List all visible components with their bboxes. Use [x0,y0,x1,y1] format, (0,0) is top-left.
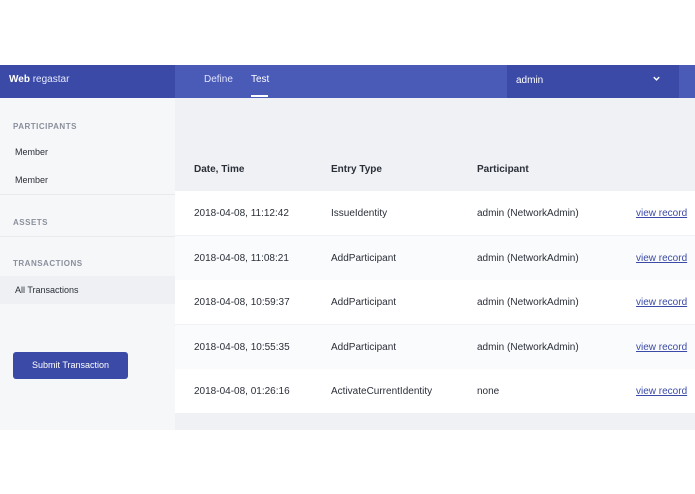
chevron-down-icon [652,74,661,86]
view-record-link[interactable]: view record [636,386,687,397]
table-header: Date, Time Entry Type Participant [175,156,695,190]
table-row: 2018-04-08, 11:12:42 IssueIdentity admin… [175,191,695,235]
cell-datetime: 2018-04-08, 10:55:35 [194,342,290,353]
sidebar-heading-participants: PARTICIPANTS [13,122,77,131]
cell-entry-type: AddParticipant [331,253,397,264]
sidebar-item-member[interactable]: Member [0,166,175,194]
sidebar-heading-assets: ASSETS [13,218,49,227]
column-header-entry-type: Entry Type [331,164,382,175]
navbar-edge [679,65,695,98]
active-tab-indicator [251,95,268,97]
view-record-link[interactable]: view record [636,253,687,264]
column-header-participant: Participant [477,164,529,175]
table-row: 2018-04-08, 10:55:35 AddParticipant admi… [175,325,695,369]
cell-participant: admin (NetworkAdmin) [477,297,579,308]
column-header-datetime: Date, Time [194,164,245,175]
sidebar-heading-transactions: TRANSACTIONS [13,259,83,268]
brand-rest: regastar [32,74,70,85]
brand-area: Web regastar [0,65,175,98]
table-row: 2018-04-08, 11:08:21 AddParticipant admi… [175,236,695,280]
top-navbar: Web regastar Define Test admin [0,65,695,98]
cell-participant: none [477,386,500,397]
sidebar-item-all-transactions[interactable]: All Transactions [0,276,175,304]
user-dropdown-value: admin [516,75,544,86]
cell-entry-type: ActivateCurrentIdentity [331,386,433,397]
view-record-link[interactable]: view record [636,297,687,308]
app-brand[interactable]: Web regastar [9,74,69,85]
cell-entry-type: AddParticipant [331,342,397,353]
view-record-link[interactable]: view record [636,208,687,219]
cell-participant: admin (NetworkAdmin) [477,208,579,219]
cell-datetime: 2018-04-08, 11:12:42 [194,208,289,219]
sidebar-divider [0,236,175,237]
table-row: 2018-04-08, 01:26:16 ActivateCurrentIden… [175,369,695,413]
table-row: 2018-04-08, 10:59:37 AddParticipant admi… [175,280,695,324]
cell-entry-type: IssueIdentity [331,208,388,219]
tab-test[interactable]: Test [251,74,269,85]
sidebar-divider [0,194,175,195]
cell-entry-type: AddParticipant [331,297,397,308]
cell-datetime: 2018-04-08, 01:26:16 [194,386,290,397]
cell-participant: admin (NetworkAdmin) [477,253,579,264]
cell-datetime: 2018-04-08, 11:08:21 [194,253,289,264]
transactions-panel: Date, Time Entry Type Participant 2018-0… [175,98,695,430]
sidebar: PARTICIPANTS Member Member ASSETS TRANSA… [0,98,175,430]
brand-bold: Web [9,74,30,85]
tab-define[interactable]: Define [204,74,233,85]
sidebar-item-member[interactable]: Member [0,138,175,166]
user-dropdown[interactable]: admin [507,65,679,98]
submit-transaction-button[interactable]: Submit Transaction [13,352,128,379]
view-record-link[interactable]: view record [636,342,687,353]
cell-datetime: 2018-04-08, 10:59:37 [194,297,290,308]
cell-participant: admin (NetworkAdmin) [477,342,579,353]
